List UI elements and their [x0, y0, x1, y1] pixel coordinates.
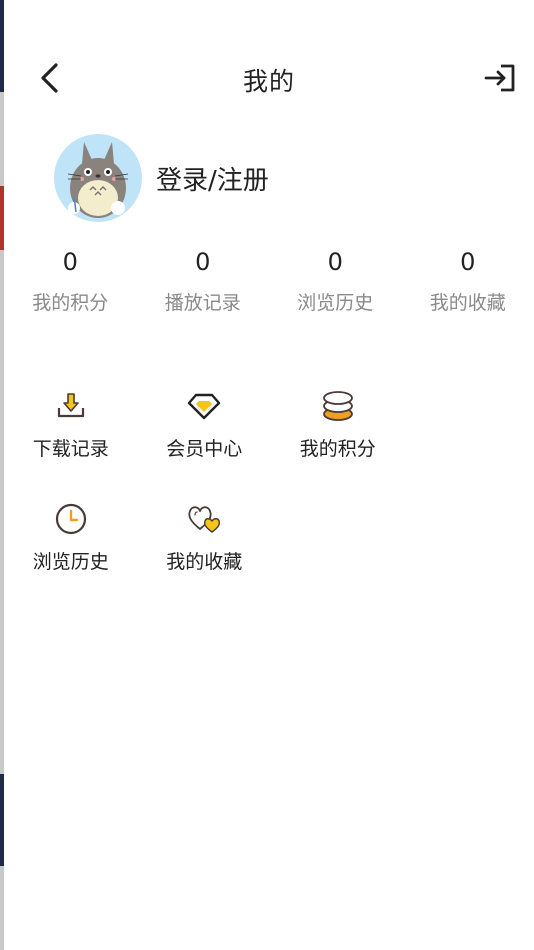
stat-browse-history[interactable]: 0 浏览历史	[269, 244, 402, 315]
stat-value: 0	[327, 248, 343, 276]
coins-icon	[322, 391, 353, 421]
stat-label: 播放记录	[164, 292, 241, 314]
stat-label: 我的收藏	[429, 292, 506, 314]
menu-item-label: 浏览历史	[32, 551, 109, 573]
menu-item-my-points[interactable]: 我的积分	[271, 388, 405, 501]
stat-label: 浏览历史	[297, 292, 374, 314]
clock-icon	[55, 503, 86, 535]
totoro-avatar-icon	[67, 142, 129, 218]
login-register-link[interactable]: 登录/注册	[156, 160, 269, 197]
download-icon	[57, 393, 84, 418]
stat-label: 我的积分	[32, 292, 109, 314]
stat-value: 0	[195, 248, 211, 276]
header: 我的	[4, 48, 534, 108]
login-icon	[484, 64, 515, 92]
background-page-edge-red	[0, 186, 4, 250]
menu-item-browse-history[interactable]: 浏览历史	[4, 501, 138, 614]
menu-item-label: 我的积分	[299, 438, 376, 460]
menu-item-label: 下载记录	[32, 438, 109, 460]
menu-item-vip-center[interactable]: 会员中心	[138, 388, 272, 501]
stat-value: 0	[62, 248, 78, 276]
login-button[interactable]	[480, 58, 520, 98]
stat-value: 0	[460, 248, 476, 276]
background-page-edge-bottom	[0, 774, 4, 866]
menu-grid: 下载记录 会员中心 我的积分 浏览历史 我的收藏	[4, 388, 534, 614]
stat-favorites[interactable]: 0 我的收藏	[402, 244, 534, 315]
menu-item-my-favorites[interactable]: 我的收藏	[138, 501, 272, 614]
diamond-icon	[188, 393, 221, 420]
profile-login-area[interactable]: 登录/注册	[54, 134, 269, 222]
avatar	[54, 134, 142, 222]
menu-item-label: 会员中心	[166, 438, 243, 460]
menu-item-download-records[interactable]: 下载记录	[4, 388, 138, 501]
stat-play-history[interactable]: 0 播放记录	[137, 244, 270, 315]
hearts-icon	[188, 506, 221, 533]
menu-item-label: 我的收藏	[166, 551, 243, 573]
page-title: 我的	[242, 67, 295, 96]
stat-points[interactable]: 0 我的积分	[4, 244, 137, 315]
stats-row: 0 我的积分 0 播放记录 0 浏览历史 0 我的收藏	[4, 244, 534, 315]
